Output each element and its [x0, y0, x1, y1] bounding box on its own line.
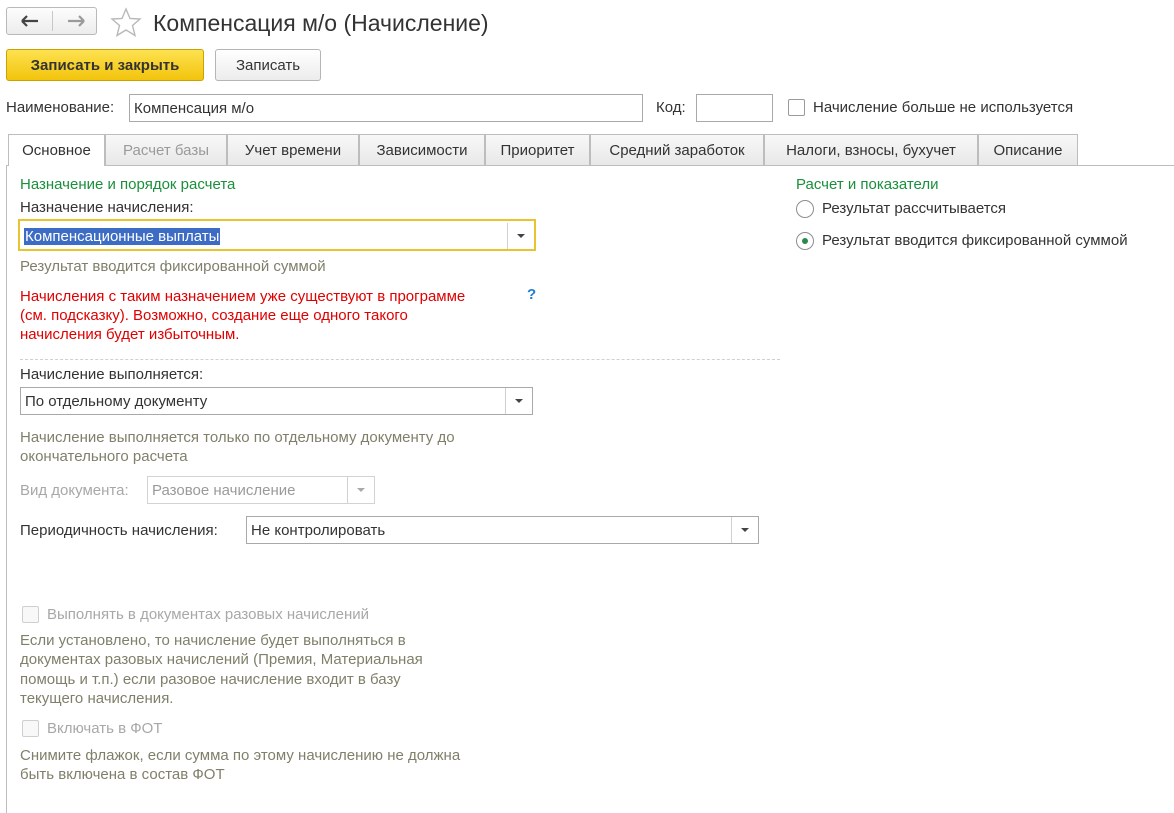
- tabs-baseline: [6, 165, 1174, 166]
- duplicate-warning: Начисления с таким назначением уже сущес…: [20, 287, 465, 344]
- code-label: Код:: [656, 99, 686, 116]
- chevron-down-icon: [517, 234, 525, 238]
- purpose-dropdown-button[interactable]: [507, 223, 534, 249]
- performed-label: Начисление выполняется:: [20, 366, 204, 383]
- purpose-section-title: Назначение и порядок расчета: [20, 176, 236, 193]
- name-value: Компенсация м/о: [134, 99, 255, 117]
- radio-selected-dot: [802, 238, 808, 244]
- radio-fixed[interactable]: [796, 232, 814, 250]
- arrow-right-icon: [67, 15, 85, 27]
- warning-line: начисления будет избыточным.: [20, 326, 240, 343]
- tab-dependencies[interactable]: Зависимости: [359, 134, 485, 165]
- one-time-checkbox-label: Выполнять в документах разовых начислени…: [47, 606, 369, 623]
- doc-type-value: Разовое начисление: [152, 481, 296, 499]
- radio-calculated-label: Результат рассчитывается: [822, 200, 1007, 217]
- save-and-close-button[interactable]: Записать и закрыть: [6, 49, 204, 81]
- periodicity-value: Не контролировать: [251, 521, 386, 539]
- tab-priority[interactable]: Приоритет: [485, 134, 590, 165]
- unused-checkbox[interactable]: [788, 99, 805, 116]
- radio-fixed-label: Результат вводится фиксированной суммой: [822, 232, 1128, 249]
- periodicity-dropdown-button[interactable]: [731, 517, 758, 543]
- purpose-label: Назначение начисления:: [20, 199, 194, 216]
- favorite-button[interactable]: [110, 7, 142, 41]
- name-label: Наименование:: [6, 99, 115, 116]
- doc-type-select[interactable]: Разовое начисление: [147, 476, 375, 504]
- fot-checkbox-label: Включать в ФОТ: [47, 720, 163, 737]
- chevron-down-icon: [515, 399, 523, 403]
- code-input[interactable]: [696, 94, 773, 122]
- one-time-hint-line: документах разовых начислений (Премия, М…: [20, 651, 423, 669]
- one-time-checkbox[interactable]: [22, 606, 39, 623]
- warning-line: (см. подсказку). Возможно, создание еще …: [20, 307, 408, 324]
- star-icon: [110, 7, 142, 37]
- performed-hint-line: Начисление выполняется только по отдельн…: [20, 429, 455, 446]
- periodicity-select[interactable]: Не контролировать: [246, 516, 759, 544]
- tab-time-tracking[interactable]: Учет времени: [227, 134, 359, 165]
- doc-type-dropdown-button[interactable]: [347, 477, 374, 503]
- warning-line: Начисления с таким назначением уже сущес…: [20, 288, 466, 305]
- one-time-hint: Если установлено, то начисление будет вы…: [20, 631, 423, 708]
- unused-label: Начисление больше не используется: [813, 99, 1074, 116]
- chevron-down-icon: [741, 528, 749, 532]
- one-time-hint-line: помощь и т.п.) если разовое начисление в…: [20, 670, 401, 688]
- one-time-hint-line: текущего начисления.: [20, 689, 174, 707]
- tab-taxes[interactable]: Налоги, взносы, бухучет: [764, 134, 978, 165]
- performed-select[interactable]: По отдельному документу: [20, 387, 533, 415]
- fot-hint-line: Снимите флажок, если сумма по этому начи…: [20, 747, 461, 764]
- tab-average-earnings[interactable]: Средний заработок: [590, 134, 764, 165]
- radio-calculated[interactable]: [796, 200, 814, 218]
- chevron-down-icon: [357, 488, 365, 492]
- help-button[interactable]: ?: [527, 286, 536, 303]
- one-time-hint-line: Если установлено, то начисление будет вы…: [20, 632, 406, 649]
- fot-checkbox[interactable]: [22, 720, 39, 737]
- section-divider: [20, 359, 780, 360]
- purpose-value: Компенсационные выплаты: [24, 227, 221, 245]
- periodicity-label: Периодичность начисления:: [20, 522, 218, 539]
- back-button[interactable]: [7, 8, 52, 34]
- fot-hint-line: быть включена в состав ФОТ: [20, 766, 225, 783]
- performed-dropdown-button[interactable]: [505, 388, 532, 414]
- name-input[interactable]: Компенсация м/о: [129, 94, 643, 122]
- performed-hint-line: окончательного расчета: [20, 448, 188, 465]
- tab-description[interactable]: Описание: [978, 134, 1078, 165]
- page-title: Компенсация м/о (Начисление): [153, 10, 489, 36]
- doc-type-label: Вид документа:: [20, 482, 129, 499]
- purpose-select[interactable]: Компенсационные выплаты: [18, 219, 536, 251]
- forward-button[interactable]: [53, 8, 98, 34]
- panel-left-border: [6, 165, 7, 813]
- arrow-left-icon: [20, 15, 38, 27]
- fot-hint: Снимите флажок, если сумма по этому начи…: [20, 746, 460, 784]
- history-nav: [6, 7, 97, 35]
- performed-value: По отдельному документу: [25, 392, 208, 410]
- tab-main[interactable]: Основное: [8, 134, 105, 166]
- calc-section-title: Расчет и показатели: [796, 176, 939, 193]
- performed-hint: Начисление выполняется только по отдельн…: [20, 428, 455, 466]
- save-button[interactable]: Записать: [215, 49, 321, 81]
- purpose-hint: Результат вводится фиксированной суммой: [20, 258, 326, 275]
- tab-base-calc[interactable]: Расчет базы: [105, 134, 227, 165]
